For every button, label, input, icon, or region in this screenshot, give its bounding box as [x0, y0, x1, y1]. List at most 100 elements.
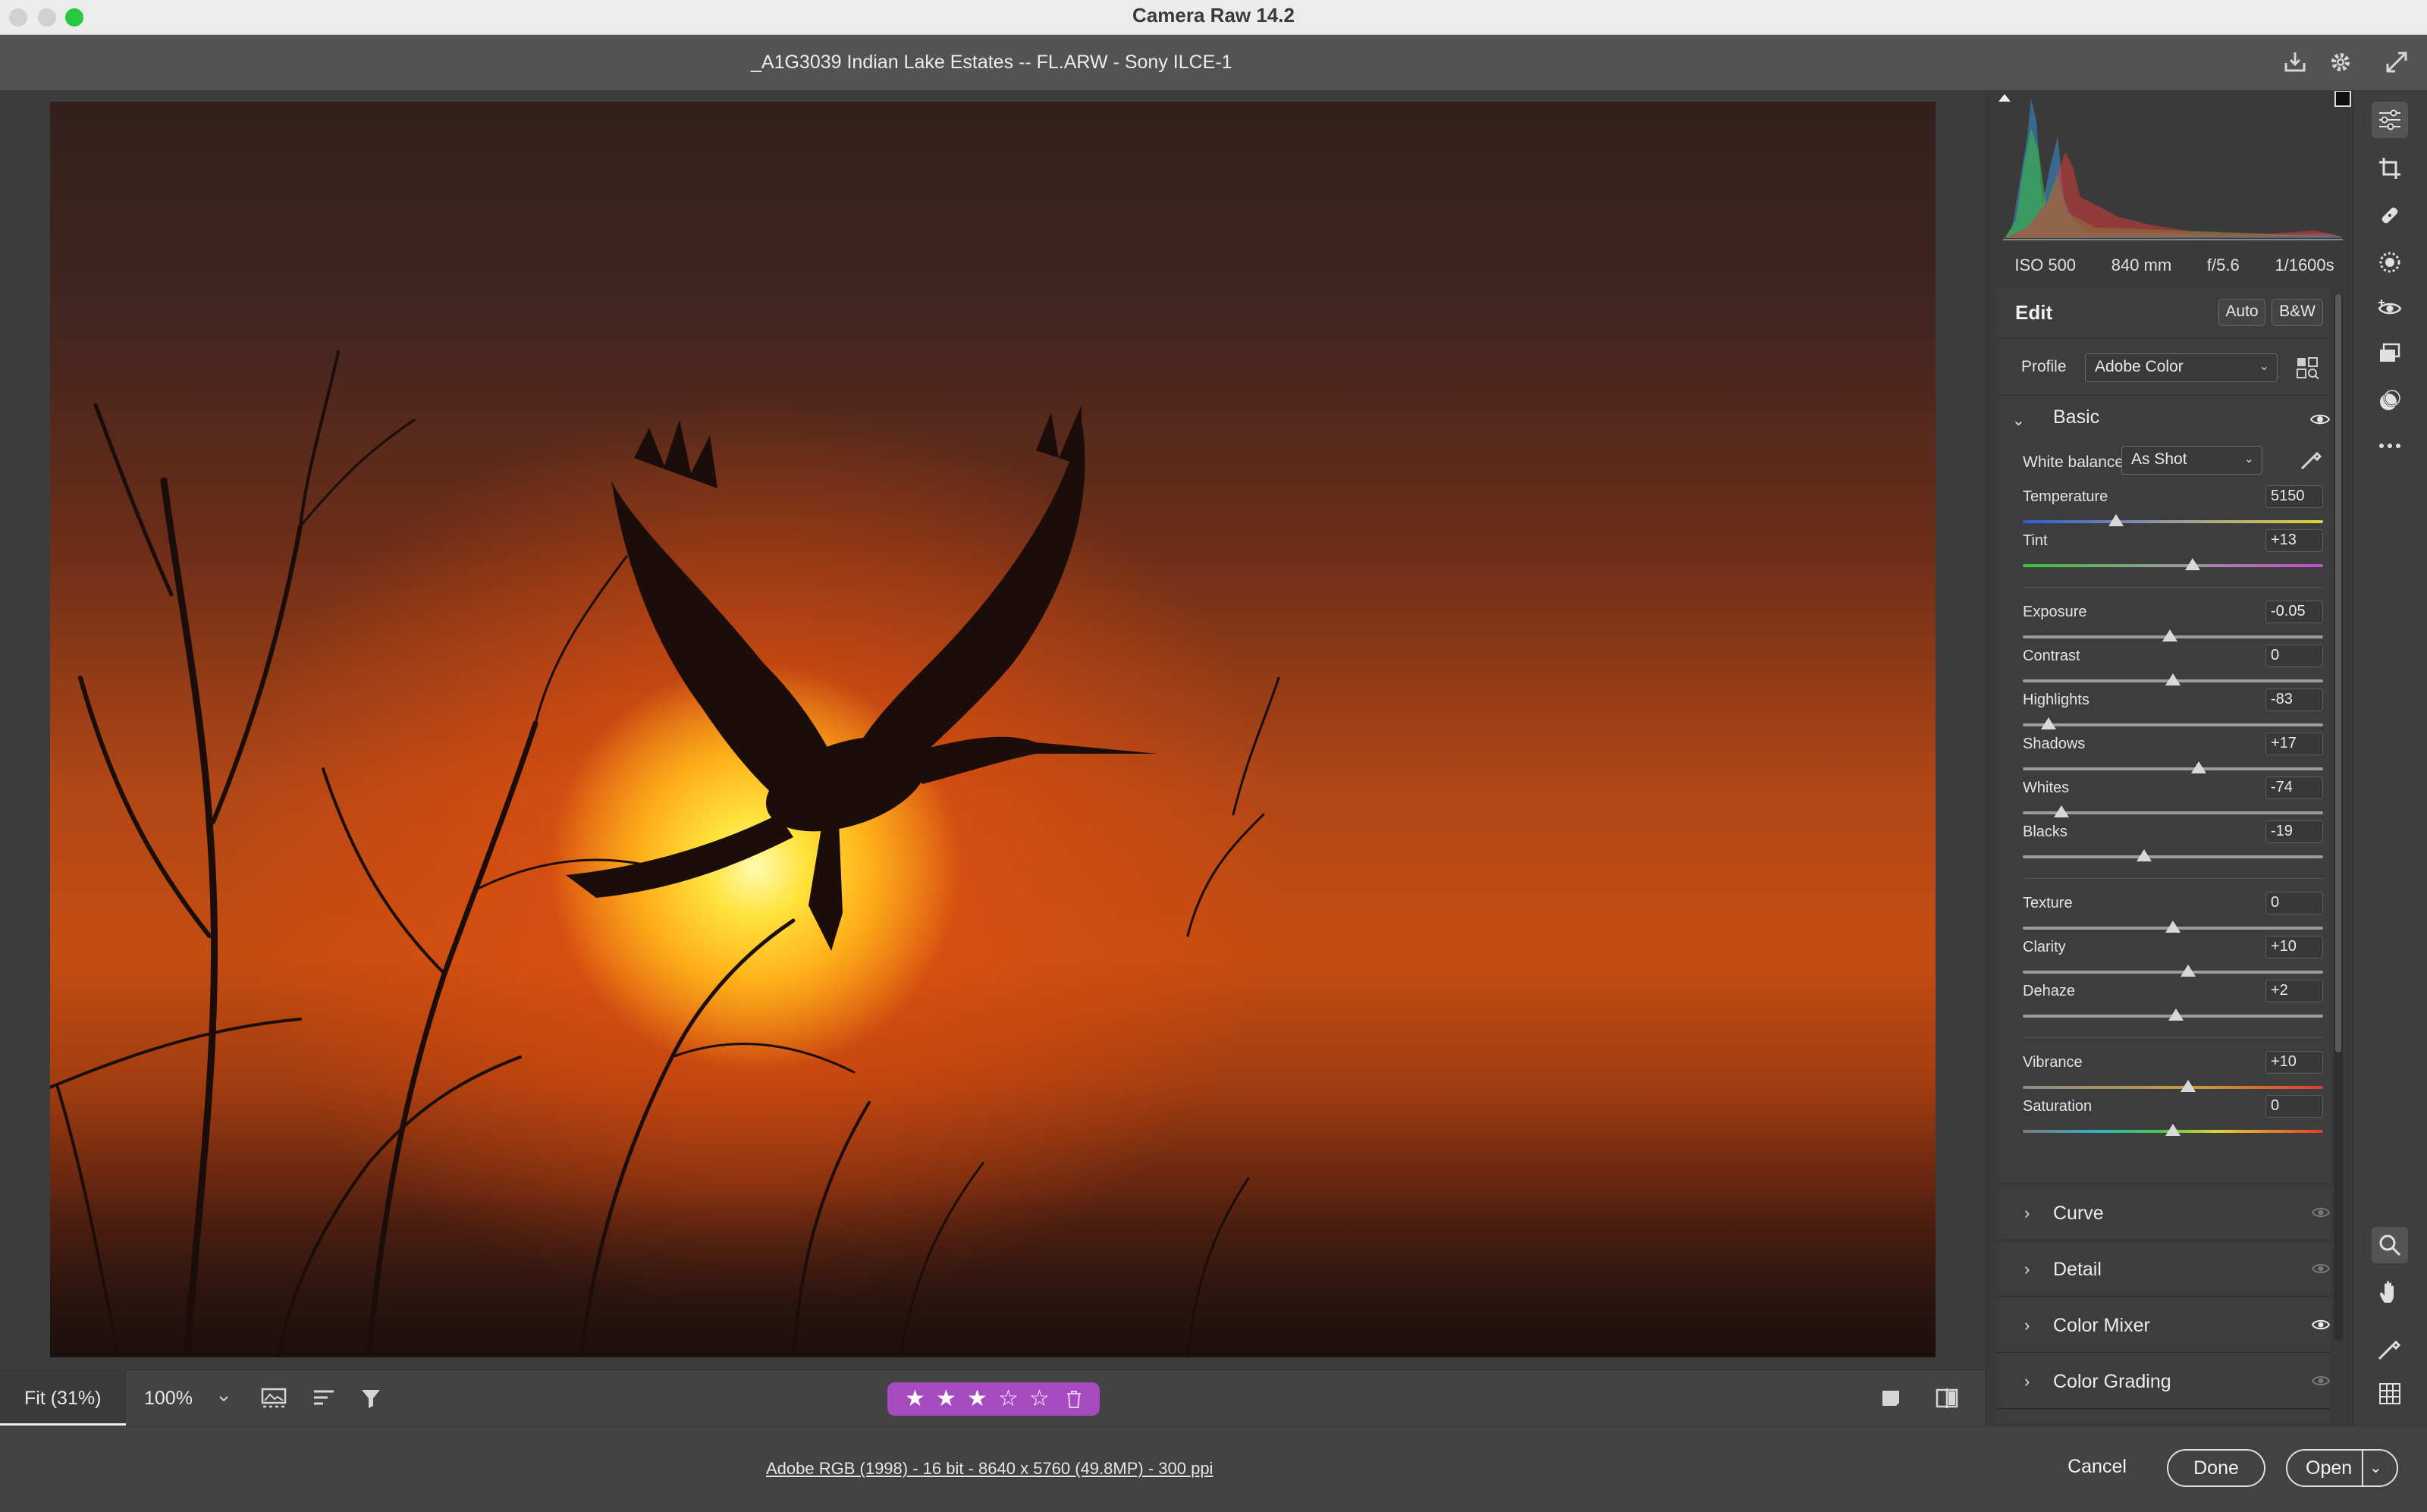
slider-highlights[interactable]: Highlights -83: [2023, 689, 2323, 736]
zoom-fit-button[interactable]: Fit (31%): [0, 1370, 126, 1426]
slider-value-input[interactable]: +10: [2265, 936, 2323, 958]
rating-star-2[interactable]: ★: [931, 1382, 962, 1416]
zoom-dropdown-chevron-icon[interactable]: [209, 1384, 238, 1413]
masking-icon[interactable]: [2372, 244, 2408, 281]
slider-tint[interactable]: Tint +13: [2023, 529, 2323, 576]
slider-value-input[interactable]: +13: [2265, 529, 2323, 552]
zoom-100-button[interactable]: 100%: [127, 1370, 205, 1426]
star-rating[interactable]: ★ ★ ★ ☆ ☆: [887, 1382, 1100, 1416]
slider-thumb[interactable]: [2137, 849, 2152, 861]
slider-value-input[interactable]: 0: [2265, 892, 2323, 914]
healing-bandage-icon[interactable]: [2372, 197, 2408, 234]
slider-blacks[interactable]: Blacks -19: [2023, 820, 2323, 867]
slider-track[interactable]: [2023, 564, 2323, 567]
visibility-eye-icon[interactable]: [2311, 1260, 2331, 1278]
expand-chevron-icon[interactable]: ›: [2024, 1242, 2030, 1297]
slider-track[interactable]: [2023, 520, 2323, 523]
slider-value-input[interactable]: -83: [2265, 689, 2323, 711]
cancel-button[interactable]: Cancel: [2048, 1449, 2146, 1487]
expand-chevron-icon[interactable]: ›: [2024, 1410, 2030, 1424]
slider-thumb[interactable]: [2168, 1009, 2184, 1021]
slider-track[interactable]: [2023, 971, 2323, 974]
section-title[interactable]: Color Mixer: [2053, 1298, 2150, 1353]
highlight-clip-warning-icon[interactable]: [2334, 90, 2351, 107]
workflow-options-link[interactable]: Adobe RGB (1998) - 16 bit - 8640 x 5760 …: [766, 1426, 1213, 1511]
slider-thumb[interactable]: [2165, 673, 2181, 685]
filmstrip-icon[interactable]: [259, 1384, 288, 1413]
slider-track[interactable]: [2023, 723, 2323, 726]
slider-thumb[interactable]: [2180, 965, 2196, 977]
slider-track[interactable]: [2023, 1086, 2323, 1089]
slider-saturation[interactable]: Saturation 0: [2023, 1095, 2323, 1142]
section-color-mixer[interactable]: › Color Mixer: [1997, 1298, 2331, 1353]
basic-visibility-eye-icon[interactable]: [2309, 411, 2331, 428]
image-canvas-area[interactable]: [0, 91, 1986, 1369]
photo-preview[interactable]: [50, 102, 1936, 1357]
section-title[interactable]: Color Grading: [2053, 1354, 2171, 1409]
sort-icon[interactable]: [309, 1384, 338, 1413]
slider-thumb[interactable]: [2165, 1124, 2181, 1136]
open-options-chevron-icon[interactable]: ⌄: [2369, 1451, 2382, 1485]
expand-chevron-icon[interactable]: ›: [2024, 1298, 2030, 1353]
expand-chevron-icon[interactable]: ›: [2024, 1186, 2030, 1241]
slider-shadows[interactable]: Shadows +17: [2023, 732, 2323, 780]
rating-star-1[interactable]: ★: [900, 1382, 931, 1416]
section-color-grading[interactable]: › Color Grading: [1997, 1354, 2331, 1409]
slider-value-input[interactable]: 0: [2265, 1095, 2323, 1118]
fullscreen-expand-icon[interactable]: [2381, 47, 2412, 77]
section-detail[interactable]: › Detail: [1997, 1242, 2331, 1297]
single-view-icon[interactable]: [1876, 1384, 1905, 1413]
slider-thumb[interactable]: [2054, 805, 2070, 817]
auto-button[interactable]: Auto: [2218, 299, 2265, 326]
slider-whites[interactable]: Whites -74: [2023, 776, 2323, 823]
rating-star-5[interactable]: ☆: [1024, 1382, 1055, 1416]
white-balance-select[interactable]: As Shot ⌄: [2121, 446, 2262, 475]
visibility-eye-icon[interactable]: [2311, 1204, 2331, 1222]
expand-chevron-icon[interactable]: ›: [2024, 1354, 2030, 1409]
edit-panel-scroll[interactable]: Edit Auto B&W Profile Adobe Color ⌄ ⌄ Ba…: [1997, 287, 2331, 1424]
slider-value-input[interactable]: +2: [2265, 980, 2323, 1002]
zoom-tool-icon[interactable]: [2372, 1227, 2408, 1263]
section-title[interactable]: Optics: [2053, 1410, 2107, 1424]
done-button[interactable]: Done: [2167, 1449, 2265, 1487]
slider-value-input[interactable]: +17: [2265, 732, 2323, 755]
basic-collapse-chevron-icon[interactable]: ⌄: [2012, 411, 2025, 430]
before-after-view-icon[interactable]: [1932, 1384, 1961, 1413]
slider-temperature[interactable]: Temperature 5150: [2023, 485, 2323, 532]
panel-scrollbar-thumb[interactable]: [2335, 294, 2341, 1052]
section-curve[interactable]: › Curve: [1997, 1186, 2331, 1241]
slider-value-input[interactable]: -0.05: [2265, 601, 2323, 623]
open-button[interactable]: Open ⌄: [2286, 1449, 2398, 1487]
crop-icon[interactable]: [2372, 150, 2408, 187]
rating-star-3[interactable]: ★: [962, 1382, 993, 1416]
black-white-button[interactable]: B&W: [2272, 299, 2323, 326]
profile-browser-grid-icon[interactable]: [2296, 356, 2320, 380]
presets-icon[interactable]: [2372, 382, 2408, 419]
red-eye-icon[interactable]: [2372, 290, 2408, 326]
slider-value-input[interactable]: 5150: [2265, 485, 2323, 508]
slider-contrast[interactable]: Contrast 0: [2023, 645, 2323, 692]
basic-section-title[interactable]: Basic: [2053, 406, 2099, 428]
edit-sliders-icon[interactable]: [2372, 102, 2408, 138]
hand-tool-icon[interactable]: [2372, 1274, 2408, 1310]
slider-value-input[interactable]: -74: [2265, 776, 2323, 799]
profile-select[interactable]: Adobe Color ⌄: [2085, 353, 2278, 382]
slider-thumb[interactable]: [2184, 558, 2200, 570]
slider-thumb[interactable]: [2108, 514, 2124, 526]
section-title[interactable]: Detail: [2053, 1242, 2102, 1297]
slider-texture[interactable]: Texture 0: [2023, 892, 2323, 939]
slider-thumb[interactable]: [2180, 1080, 2196, 1092]
slider-thumb[interactable]: [2162, 629, 2178, 642]
delete-trash-icon[interactable]: [1063, 1382, 1085, 1416]
slider-track[interactable]: [2023, 767, 2323, 770]
section-optics[interactable]: › Optics: [1997, 1410, 2331, 1424]
visibility-eye-icon[interactable]: [2311, 1316, 2331, 1335]
slider-exposure[interactable]: Exposure -0.05: [2023, 601, 2323, 648]
slider-vibrance[interactable]: Vibrance +10: [2023, 1051, 2323, 1098]
slider-value-input[interactable]: +10: [2265, 1051, 2323, 1074]
slider-thumb[interactable]: [2165, 921, 2181, 933]
visibility-eye-icon[interactable]: [2311, 1372, 2331, 1391]
slider-thumb[interactable]: [2040, 717, 2056, 729]
slider-value-input[interactable]: -19: [2265, 820, 2323, 843]
save-image-icon[interactable]: [2280, 47, 2310, 77]
